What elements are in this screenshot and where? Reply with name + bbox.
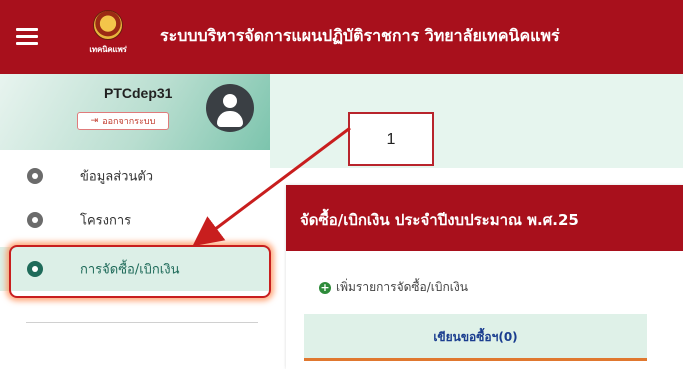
logo-text: เทคนิคแพร่ bbox=[89, 45, 127, 54]
sidebar-item-label: การจัดซื้อ/เบิกเงิน bbox=[80, 262, 180, 278]
app-title: ระบบบริหารจัดการแผนปฏิบัติราชการ วิทยาลั… bbox=[160, 26, 560, 45]
sidebar-divider bbox=[26, 322, 258, 323]
user-avatar-icon[interactable] bbox=[206, 84, 254, 132]
tab-purchase-request[interactable]: เขียนขอซื้อฯ(0) bbox=[304, 314, 647, 361]
add-procurement-link[interactable]: + เพิ่มรายการจัดซื้อ/เบิกเงิน bbox=[319, 278, 468, 297]
emblem-icon bbox=[93, 10, 123, 40]
logout-label: ออกจากระบบ bbox=[102, 117, 156, 127]
app-window: เทคนิคแพร่ ระบบบริหารจัดการแผนปฏิบัติราช… bbox=[0, 0, 683, 369]
callout-number: 1 bbox=[386, 131, 396, 148]
sign-out-icon: ⇥ bbox=[90, 116, 99, 126]
main-header-panel bbox=[270, 74, 683, 168]
add-procurement-label: เพิ่มรายการจัดซื้อ/เบิกเงิน bbox=[336, 280, 468, 294]
plus-circle-icon: + bbox=[319, 280, 331, 294]
sidebar-item-projects[interactable]: โครงการ bbox=[0, 198, 270, 242]
sidebar-item-procurement[interactable]: การจัดซื้อ/เบิกเงิน bbox=[0, 247, 270, 291]
hamburger-menu-icon[interactable] bbox=[16, 28, 38, 46]
radio-icon bbox=[27, 212, 43, 228]
sidebar-item-label: โครงการ bbox=[80, 213, 132, 229]
logout-button[interactable]: ⇥ ออกจากระบบ bbox=[77, 112, 169, 130]
username: PTCdep31 bbox=[104, 85, 173, 101]
callout-box: 1 bbox=[348, 112, 434, 166]
radio-icon bbox=[27, 168, 43, 184]
profile-panel: PTCdep31 ⇥ ออกจากระบบ bbox=[0, 74, 270, 150]
top-bar: เทคนิคแพร่ ระบบบริหารจัดการแผนปฏิบัติราช… bbox=[0, 0, 683, 74]
sidebar-item-personal-info[interactable]: ข้อมูลส่วนตัว bbox=[0, 154, 270, 198]
sidebar: PTCdep31 ⇥ ออกจากระบบ ข้อมูลส่วนตัว โครง… bbox=[0, 74, 270, 369]
card-title: จัดซื้อ/เบิกเงิน ประจำปีงบประมาณ พ.ศ.25 bbox=[300, 211, 579, 229]
sidebar-item-label: ข้อมูลส่วนตัว bbox=[80, 169, 154, 185]
card-header: จัดซื้อ/เบิกเงิน ประจำปีงบประมาณ พ.ศ.25 bbox=[286, 185, 683, 251]
tab-label: เขียนขอซื้อฯ(0) bbox=[433, 330, 518, 344]
radio-active-icon bbox=[27, 261, 43, 277]
college-logo: เทคนิคแพร่ bbox=[88, 10, 128, 62]
